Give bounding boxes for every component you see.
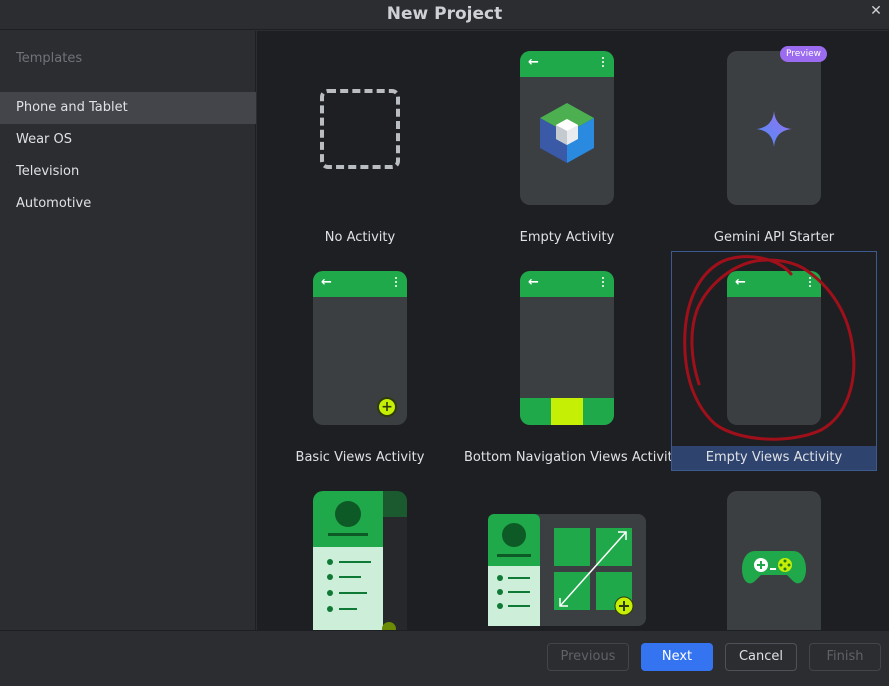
phone-mockup: ← [520, 51, 614, 205]
phone-app-bar: ← [520, 271, 614, 297]
next-button[interactable]: Next [641, 643, 713, 671]
template-label: Empty Views Activity [672, 446, 876, 470]
sidebar-item-automotive[interactable]: Automotive [0, 188, 256, 220]
template-label: Basic Views Activity [295, 450, 425, 465]
list-detail-icon [313, 491, 407, 630]
template-grid: No Activity ← Empty Activity Preview Gem… [257, 31, 889, 630]
game-controller-icon [742, 551, 806, 584]
template-gemini-api-starter[interactable]: Preview Gemini API Starter [671, 31, 877, 251]
templates-header: Templates [16, 51, 83, 66]
template-empty-activity[interactable]: ← Empty Activity [464, 31, 670, 251]
phone-mockup [313, 491, 407, 630]
phone-app-bar: ← [313, 271, 407, 297]
dashed-box-icon [320, 89, 400, 169]
phone-mockup [727, 51, 821, 205]
template-label: Gemini API Starter [713, 230, 835, 245]
template-label: No Activity [324, 230, 396, 245]
phone-mockup: ← [520, 271, 614, 425]
overflow-menu-icon [602, 277, 605, 289]
bottom-nav-icon [520, 398, 614, 425]
overflow-menu-icon [809, 277, 812, 289]
template-list-detail[interactable] [257, 471, 463, 630]
preview-badge: Preview [780, 46, 827, 62]
phone-mockup: ← + [313, 271, 407, 425]
phone-app-bar: ← [727, 271, 821, 297]
back-arrow-icon: ← [528, 55, 539, 70]
template-responsive-views[interactable] [464, 471, 670, 630]
template-label: Empty Activity [519, 230, 615, 245]
close-icon[interactable]: ✕ [869, 4, 883, 18]
finish-button[interactable]: Finish [809, 643, 881, 671]
sidebar-item-phone-and-tablet[interactable]: Phone and Tablet [0, 92, 256, 124]
gemini-sparkle-icon [756, 111, 792, 147]
sidebar-item-television[interactable]: Television [0, 156, 256, 188]
back-arrow-icon: ← [735, 275, 746, 290]
template-basic-views-activity[interactable]: ← + Basic Views Activity [257, 251, 463, 471]
overflow-menu-icon [602, 57, 605, 69]
template-game-activity[interactable] [671, 471, 877, 630]
template-bottom-navigation-views-activity[interactable]: ← Bottom Navigation Views Activity [464, 251, 681, 471]
phone-app-bar: ← [520, 51, 614, 77]
fab-plus-icon: + [377, 397, 397, 417]
back-arrow-icon: ← [528, 275, 539, 290]
back-arrow-icon: ← [321, 275, 332, 290]
phone-mockup: ← [727, 271, 821, 425]
previous-button[interactable]: Previous [547, 643, 629, 671]
bottom-nav-selected-item [551, 398, 583, 425]
template-no-activity[interactable]: No Activity [257, 31, 463, 251]
overflow-menu-icon [395, 277, 398, 289]
cancel-button[interactable]: Cancel [725, 643, 797, 671]
template-empty-views-activity[interactable]: ← Empty Views Activity [671, 251, 877, 471]
dialog-title: New Project [386, 4, 503, 24]
template-category-sidebar: Templates Phone and Tablet Wear OS Telev… [0, 31, 256, 630]
dialog-footer: Previous Next Cancel Finish [0, 630, 889, 686]
title-bar: New Project ✕ [0, 0, 889, 30]
responsive-grid-icon [488, 514, 646, 626]
sidebar-item-wear-os[interactable]: Wear OS [0, 124, 256, 156]
phone-mockup [727, 491, 821, 630]
compose-cube-icon [540, 103, 594, 163]
template-label: Bottom Navigation Views Activity [464, 450, 681, 465]
